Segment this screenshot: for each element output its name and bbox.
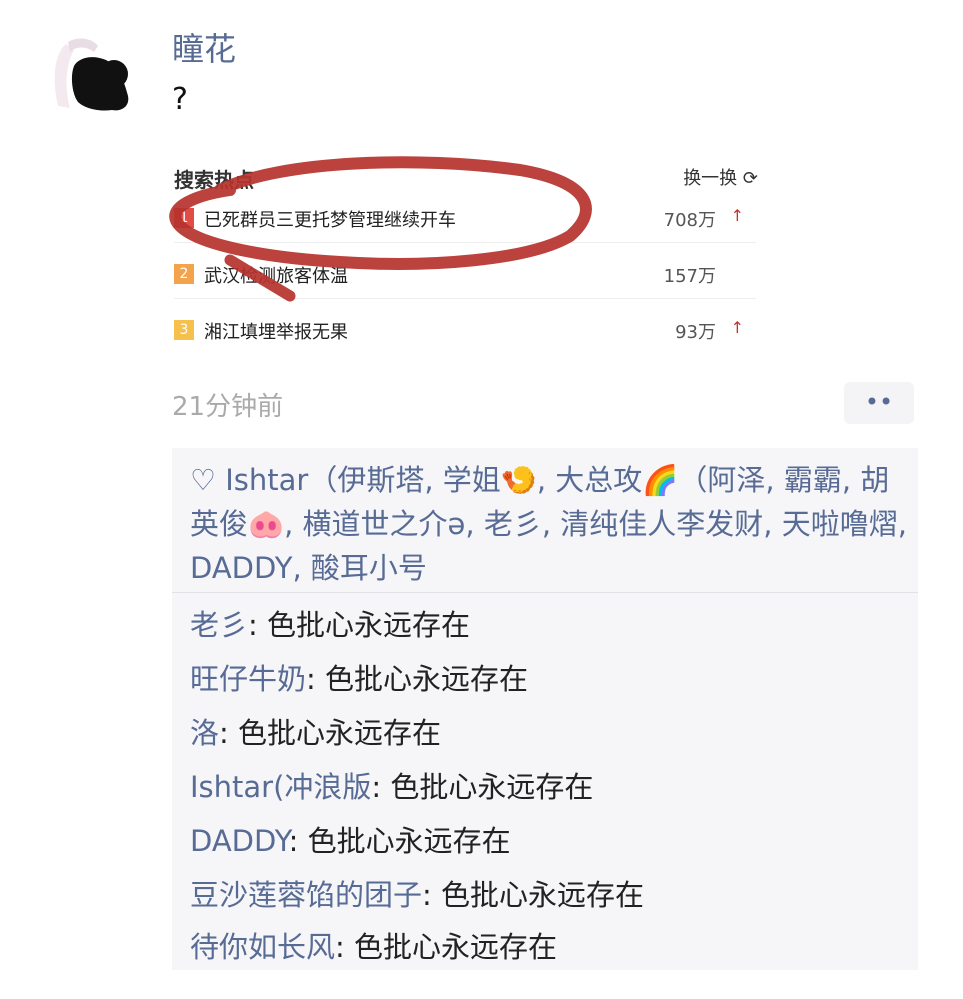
comment-text: 色批心永远存在	[238, 716, 442, 750]
hot-search-title: 湘江填埋举报无果	[204, 322, 348, 343]
comment-text: 色批心永远存在	[441, 878, 645, 912]
comment-item[interactable]: 洛: 色批心永远存在	[190, 710, 441, 752]
hot-search-title: 武汉检测旅客体温	[204, 266, 348, 287]
comment-author[interactable]: 洛	[190, 716, 219, 750]
comment-author[interactable]: 豆沙莲蓉馅的团子	[190, 878, 422, 912]
hot-search-count: 157万	[663, 266, 716, 287]
comment-item[interactable]: Ishtar(冲浪版: 色批心永远存在	[190, 764, 593, 806]
comment-text: 色批心永远存在	[325, 662, 529, 696]
likes-list[interactable]: ♡ Ishtar（伊斯塔, 学姐🍤, 大总攻🌈（阿泽, 霸霸, 胡英俊🐽, 横道…	[190, 458, 908, 590]
hot-search-count: 708万	[663, 210, 716, 231]
comment-item[interactable]: 老彡: 色批心永远存在	[190, 602, 470, 644]
comment-author[interactable]: Ishtar(冲浪版	[190, 770, 371, 804]
comment-item[interactable]: 旺仔牛奶: 色批心永远存在	[190, 656, 528, 698]
rank-badge: 3	[174, 320, 194, 340]
hot-search-count: 93万	[675, 322, 716, 343]
rank-badge: 1	[174, 208, 194, 228]
rank-badge: 2	[174, 264, 194, 284]
post-text: ?	[172, 82, 188, 117]
comment-text: 色批心永远存在	[267, 608, 471, 642]
post-time: 21分钟前	[172, 392, 284, 422]
comment-text: 色批心永远存在	[390, 770, 594, 804]
hot-search-header: 搜索热点	[174, 168, 254, 192]
comment-item[interactable]: 豆沙莲蓉馅的团子: 色批心永远存在	[190, 872, 644, 914]
avatar-image	[54, 38, 129, 111]
refresh-button[interactable]: 换一换 ⟳	[683, 164, 758, 190]
hot-search-row[interactable]: 1 已死群员三更托梦管理继续开车 708万 ↑	[174, 196, 756, 243]
post-author-name[interactable]: 瞳花	[172, 24, 236, 70]
trend-up-icon: ↑	[730, 206, 744, 225]
comment-text: 色批心永远存在	[307, 824, 511, 858]
comment-author[interactable]: 旺仔牛奶	[190, 662, 306, 696]
likes-comments-panel: ♡ Ishtar（伊斯塔, 学姐🍤, 大总攻🌈（阿泽, 霸霸, 胡英俊🐽, 横道…	[172, 448, 918, 970]
comment-author[interactable]: 待你如长风	[190, 930, 335, 964]
avatar[interactable]	[48, 36, 136, 116]
comment-item[interactable]: 待你如长风: 色批心永远存在	[190, 924, 557, 966]
comment-author[interactable]: DADDY	[190, 824, 289, 858]
comment-text: 色批心永远存在	[354, 930, 558, 964]
divider	[172, 592, 918, 593]
trend-up-icon: ↑	[730, 318, 744, 337]
hot-search-row[interactable]: 2 武汉检测旅客体温 157万	[174, 252, 756, 299]
comment-item[interactable]: DADDY: 色批心永远存在	[190, 818, 511, 860]
hot-search-title: 已死群员三更托梦管理继续开车	[204, 210, 456, 231]
hot-search-row[interactable]: 3 湘江填埋举报无果 93万 ↑	[174, 308, 756, 354]
likes-names: Ishtar（伊斯塔, 学姐🍤, 大总攻🌈（阿泽, 霸霸, 胡英俊🐽, 横道世之…	[190, 463, 907, 585]
shared-hot-search-card[interactable]: 搜索热点 换一换 ⟳ 1 已死群员三更托梦管理继续开车 708万 ↑ 2 武汉检…	[168, 158, 760, 362]
heart-outline-icon: ♡	[190, 463, 216, 497]
more-actions-button[interactable]: ••	[844, 382, 914, 424]
comment-author[interactable]: 老彡	[190, 608, 248, 642]
